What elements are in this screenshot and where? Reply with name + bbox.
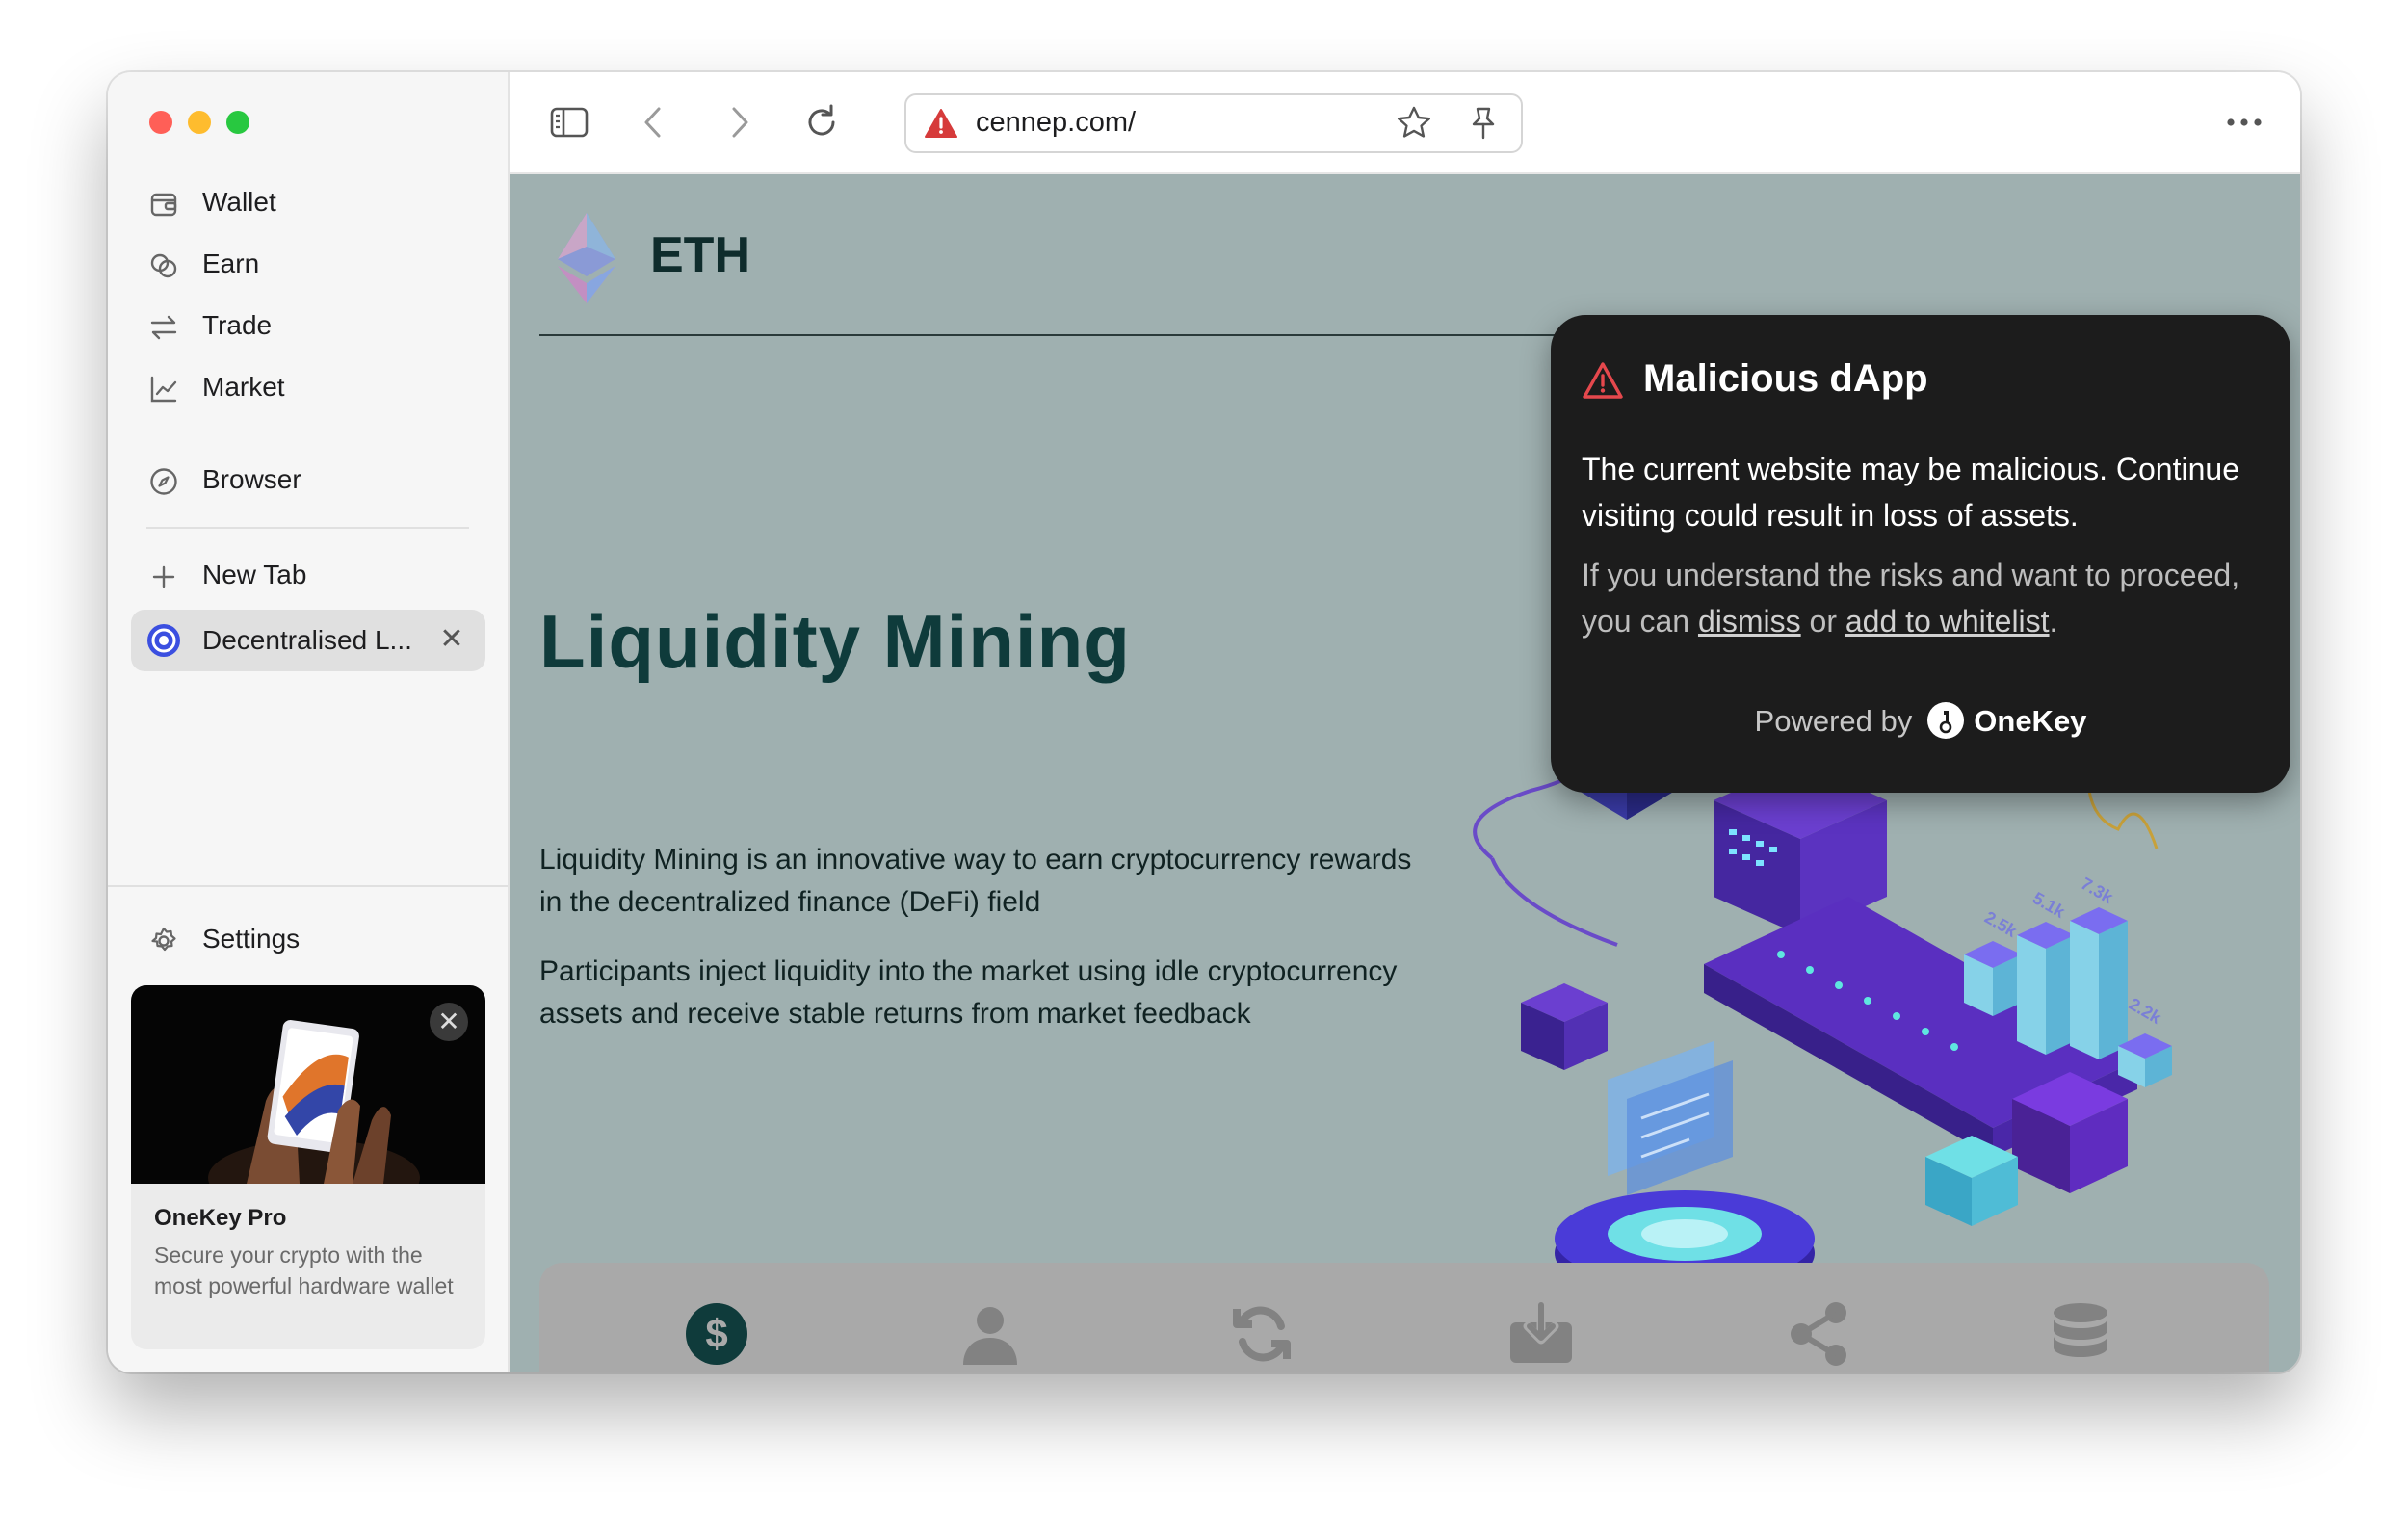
sidebar: Wallet Earn Trade Market Browser New Tab… (108, 72, 510, 1372)
web-page: ETH Liquidity Mining Liquidity Mining is… (510, 174, 2300, 1372)
forward-icon[interactable] (718, 101, 760, 144)
sidebar-item-trade[interactable]: Trade (131, 299, 485, 353)
svg-text:$: $ (705, 1311, 727, 1356)
sidebar-divider (146, 527, 469, 529)
sidebar-item-label: Trade (202, 310, 273, 340)
sidebar-item-label: Earn (202, 248, 260, 278)
more-options-icon[interactable] (2221, 101, 2267, 144)
warning-icon (925, 109, 957, 138)
wallet-icon (150, 193, 177, 217)
sidebar-item-wallet[interactable]: Wallet (131, 175, 485, 229)
chart-label-4: 2.2k (2126, 994, 2165, 1028)
url-text: cennep.com/ (976, 107, 1137, 138)
onekey-logo-icon (1927, 701, 1965, 739)
address-bar[interactable]: cennep.com/ (904, 93, 1523, 153)
sidebar-toggle-icon[interactable] (548, 101, 590, 144)
detail-paragraph: Participants inject liquidity into the m… (539, 955, 1398, 1030)
header-divider (539, 334, 1599, 336)
database-icon[interactable] (2048, 1301, 2113, 1367)
sidebar-item-market[interactable]: Market (131, 360, 485, 414)
sidebar-item-label: Browser (202, 464, 301, 494)
tab-title: Decentralised L... (202, 625, 412, 655)
sidebar-item-browser[interactable]: Browser (131, 453, 485, 507)
new-tab-label: New Tab (202, 560, 307, 589)
site-logo-text: ETH (650, 227, 750, 283)
compass-icon (150, 468, 177, 495)
promo-description: Secure your crypto with the most powerfu… (154, 1242, 454, 1298)
warning-triangle-icon (1583, 362, 1623, 399)
hint-period: . (2049, 604, 2058, 639)
share-icon[interactable] (1788, 1301, 1853, 1367)
chart-label-2: 5.1k (2029, 888, 2069, 922)
bookmark-star-icon[interactable] (1396, 105, 1432, 142)
sidebar-item-label: Settings (202, 924, 301, 954)
trade-icon (150, 315, 177, 340)
zoom-window-button[interactable] (226, 111, 249, 134)
intro-paragraph: Liquidity Mining is an innovative way to… (539, 844, 1412, 918)
back-icon[interactable] (633, 101, 675, 144)
user-icon[interactable] (957, 1301, 1023, 1367)
browser-toolbar: cennep.com/ (510, 72, 2300, 174)
promo-card[interactable]: ✕ OneKey Pro Secure your crypto with the… (131, 985, 485, 1349)
promo-title: OneKey Pro (154, 1205, 287, 1231)
ethereum-logo-icon (558, 213, 615, 303)
sidebar-item-label: Wallet (202, 187, 276, 217)
sidebar-bottom-divider (108, 885, 508, 887)
dollar-icon[interactable]: $ (684, 1301, 749, 1367)
sidebar-tab-decentralised[interactable]: Decentralised L... ✕ (131, 610, 485, 671)
sidebar-item-label: Market (202, 372, 285, 402)
dismiss-link[interactable]: dismiss (1698, 604, 1801, 639)
site-favicon-icon (147, 624, 180, 657)
warning-message: The current website may be malicious. Co… (1582, 452, 2239, 533)
new-tab-button[interactable]: New Tab (131, 548, 485, 602)
onekey-brand-name: OneKey (1974, 704, 2087, 738)
minimize-window-button[interactable] (188, 111, 211, 134)
mining-illustration: 2.5k 5.1k 7.3k 2.2k (1473, 714, 2172, 1292)
window-controls (149, 111, 249, 134)
warning-title: Malicious dApp (1643, 357, 1928, 400)
plus-icon (152, 565, 175, 588)
earn-icon (150, 253, 177, 278)
chart-label-1: 2.5k (1981, 907, 2021, 941)
chart-label-3: 7.3k (2078, 874, 2117, 907)
malicious-dapp-warning: Malicious dApp The current website may b… (1551, 315, 2290, 793)
refresh-icon[interactable] (1229, 1301, 1295, 1367)
gear-icon (151, 927, 176, 952)
powered-by-footer: Powered by OneKey (1551, 701, 2290, 742)
close-tab-icon[interactable]: ✕ (437, 625, 466, 654)
page-title: Liquidity Mining (539, 599, 1131, 684)
reload-icon[interactable] (800, 101, 843, 144)
sidebar-item-settings[interactable]: Settings (131, 912, 485, 966)
market-icon (150, 376, 177, 403)
pin-icon[interactable] (1465, 105, 1502, 142)
warning-hint: If you understand the risks and want to … (1582, 552, 2265, 644)
browser-window: Wallet Earn Trade Market Browser New Tab… (108, 72, 2300, 1372)
close-promo-button[interactable]: ✕ (430, 1003, 468, 1041)
powered-by-label: Powered by (1754, 704, 1913, 738)
feature-bar: $ (539, 1263, 2269, 1372)
download-icon[interactable] (1508, 1301, 1574, 1367)
sidebar-item-earn[interactable]: Earn (131, 237, 485, 291)
add-to-whitelist-link[interactable]: add to whitelist (1845, 604, 2050, 639)
close-window-button[interactable] (149, 111, 172, 134)
hint-or: or (1809, 604, 1837, 639)
